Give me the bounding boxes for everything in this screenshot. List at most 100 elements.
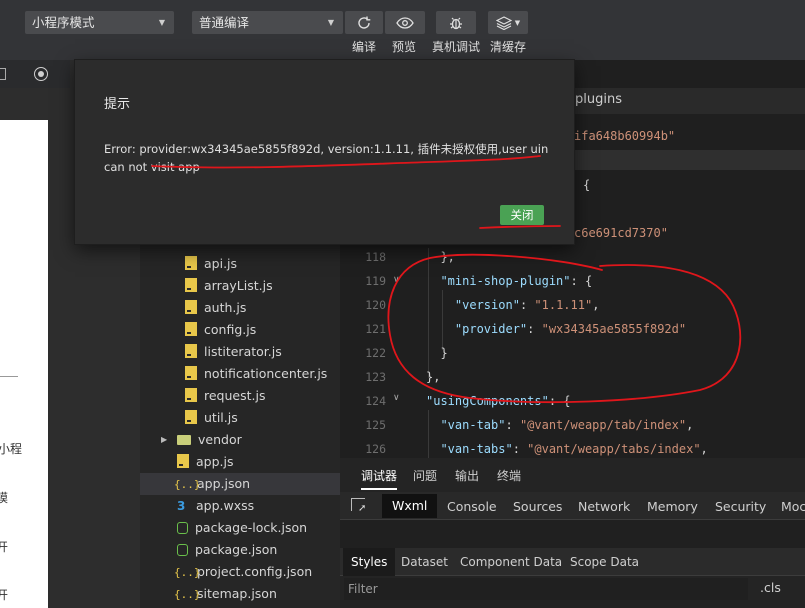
cls-toggle-button[interactable]: .cls (760, 580, 781, 595)
chevron-right-icon[interactable]: ▶ (161, 429, 167, 451)
line-number: 120 (365, 298, 386, 312)
code-token: : (505, 418, 520, 432)
code-line: } (426, 346, 447, 360)
compile-button[interactable] (345, 11, 383, 34)
chevron-down-icon: ▼ (327, 18, 334, 27)
devtools-window: 小程序模式 ▼ 普通编译 ▼ ▼ 编译 预览 真机调试 清缓存 小程 模 开 开… (0, 0, 805, 608)
file-name: auth.js (204, 300, 247, 315)
remote-debug-button[interactable] (436, 11, 476, 34)
file-item[interactable]: arrayList.js (185, 275, 340, 297)
file-item[interactable]: config.js (185, 319, 340, 341)
file-item[interactable]: notificationcenter.js (185, 363, 340, 385)
chevron-down-icon: ▼ (158, 18, 165, 27)
folder-icon (177, 435, 191, 445)
tab-terminal[interactable]: 终端 (497, 467, 521, 484)
tab-component-data[interactable]: Component Data (460, 555, 562, 569)
tab-dataset[interactable]: Dataset (401, 555, 448, 569)
file-item[interactable]: util.js (185, 407, 340, 429)
tab-sources[interactable]: Sources (513, 499, 562, 514)
file-item[interactable]: package.json (140, 539, 340, 561)
code-token: "1.1.11" (534, 298, 593, 312)
code-token: }, (426, 370, 441, 384)
clear-cache-label: 清缓存 (490, 40, 527, 54)
file-item[interactable]: package-lock.json (140, 517, 340, 539)
dialog-message: Error: provider:wx34345ae5855f892d, vers… (104, 142, 549, 174)
code-token: "usingComponents" (426, 394, 549, 408)
fold-chevron-icon[interactable]: ∨ (393, 393, 400, 403)
divider (0, 376, 18, 377)
tab-memory[interactable]: Memory (647, 499, 698, 514)
chevron-down-icon: ▼ (514, 18, 521, 27)
file-name: api.js (204, 256, 238, 271)
file-item[interactable]: api.js (185, 253, 340, 275)
bug-icon (450, 17, 462, 29)
file-item[interactable]: {..}sitemap.json (140, 583, 340, 605)
tab-scope-data[interactable]: Scope Data (570, 555, 639, 569)
file-item[interactable]: app.js (140, 451, 340, 473)
close-button[interactable]: 关闭 (500, 205, 544, 225)
tab-issues[interactable]: 问题 (413, 467, 437, 484)
tab-output[interactable]: 输出 (455, 467, 479, 484)
folder-item[interactable]: ▶ vendor (161, 429, 340, 451)
js-file-icon (185, 366, 197, 380)
file-item[interactable]: {..}project.config.json (140, 561, 340, 583)
file-name: config.js (204, 322, 257, 337)
file-name: notificationcenter.js (204, 366, 328, 381)
file-name: app.wxss (196, 498, 255, 513)
code-token: : (527, 322, 542, 336)
dialog-title: 提示 (104, 97, 131, 112)
js-file-icon (185, 278, 197, 292)
styles-filter-input[interactable]: Filter (344, 578, 748, 600)
line-number: 122 (365, 346, 386, 360)
compile-label: 编译 (352, 40, 377, 54)
tab-console[interactable]: Console (447, 499, 497, 514)
tab-wxml[interactable]: Wxml (382, 494, 438, 518)
layers-icon (495, 15, 512, 30)
code-line: }, (426, 250, 455, 264)
code-token: : { (548, 394, 571, 408)
code-line: "van-tabs": "@vant/weapp/tabs/index", (426, 442, 707, 456)
panel-edge-icon[interactable] (0, 68, 6, 80)
package-icon (177, 544, 188, 556)
code-token: }, (440, 250, 455, 264)
code-token: "mini-shop-plugin" (440, 274, 571, 288)
file-name: project.config.json (197, 564, 313, 579)
refresh-icon (358, 16, 371, 29)
compile-select[interactable]: 普通编译 ▼ (192, 11, 343, 34)
js-file-icon (177, 454, 189, 468)
file-item-selected[interactable]: {..}app.json (140, 473, 340, 495)
simulator-text: 开 (0, 588, 9, 602)
js-file-icon (185, 300, 197, 314)
file-name: package-lock.json (195, 520, 308, 535)
file-item[interactable]: request.js (185, 385, 340, 407)
code-token: "wx34345ae5855f892d" (541, 322, 687, 336)
code-line: "provider": "wx34345ae5855f892d" (426, 322, 686, 336)
mode-select[interactable]: 小程序模式 ▼ (25, 11, 174, 34)
tab-debugger[interactable]: 调试器 (361, 467, 398, 490)
fold-chevron-icon[interactable]: ∨ (393, 275, 400, 285)
clear-cache-button[interactable]: ▼ (488, 11, 528, 34)
code-token: "version" (454, 298, 520, 312)
inspect-arrow-icon: ➚ (358, 503, 367, 514)
simulator-screen[interactable]: 小程 模 开 开 (0, 120, 48, 608)
preview-button[interactable] (385, 11, 425, 34)
file-item[interactable]: 3 app.wxss (140, 495, 340, 517)
simulator-toolbar (0, 60, 70, 88)
compile-select-label: 普通编译 (199, 15, 250, 30)
js-file-icon (185, 256, 197, 270)
file-name: request.js (204, 388, 266, 403)
json-file-icon: {..} (174, 588, 201, 601)
tab-styles[interactable]: Styles (343, 548, 396, 576)
code-token: "provider" (454, 322, 528, 336)
code-token: : (512, 442, 528, 456)
tab-network[interactable]: Network (578, 499, 630, 514)
simulator-text: 小程 (0, 442, 23, 456)
file-item[interactable]: listiterator.js (185, 341, 340, 363)
file-item[interactable]: auth.js (185, 297, 340, 319)
line-number: 121 (365, 322, 386, 336)
tab-mock[interactable]: Moc (781, 499, 805, 514)
tab-security[interactable]: Security (715, 499, 766, 514)
code-fragment: ifa648b60994b" (574, 129, 676, 143)
file-name: app.json (197, 476, 251, 491)
css-file-icon: 3 (177, 499, 186, 513)
